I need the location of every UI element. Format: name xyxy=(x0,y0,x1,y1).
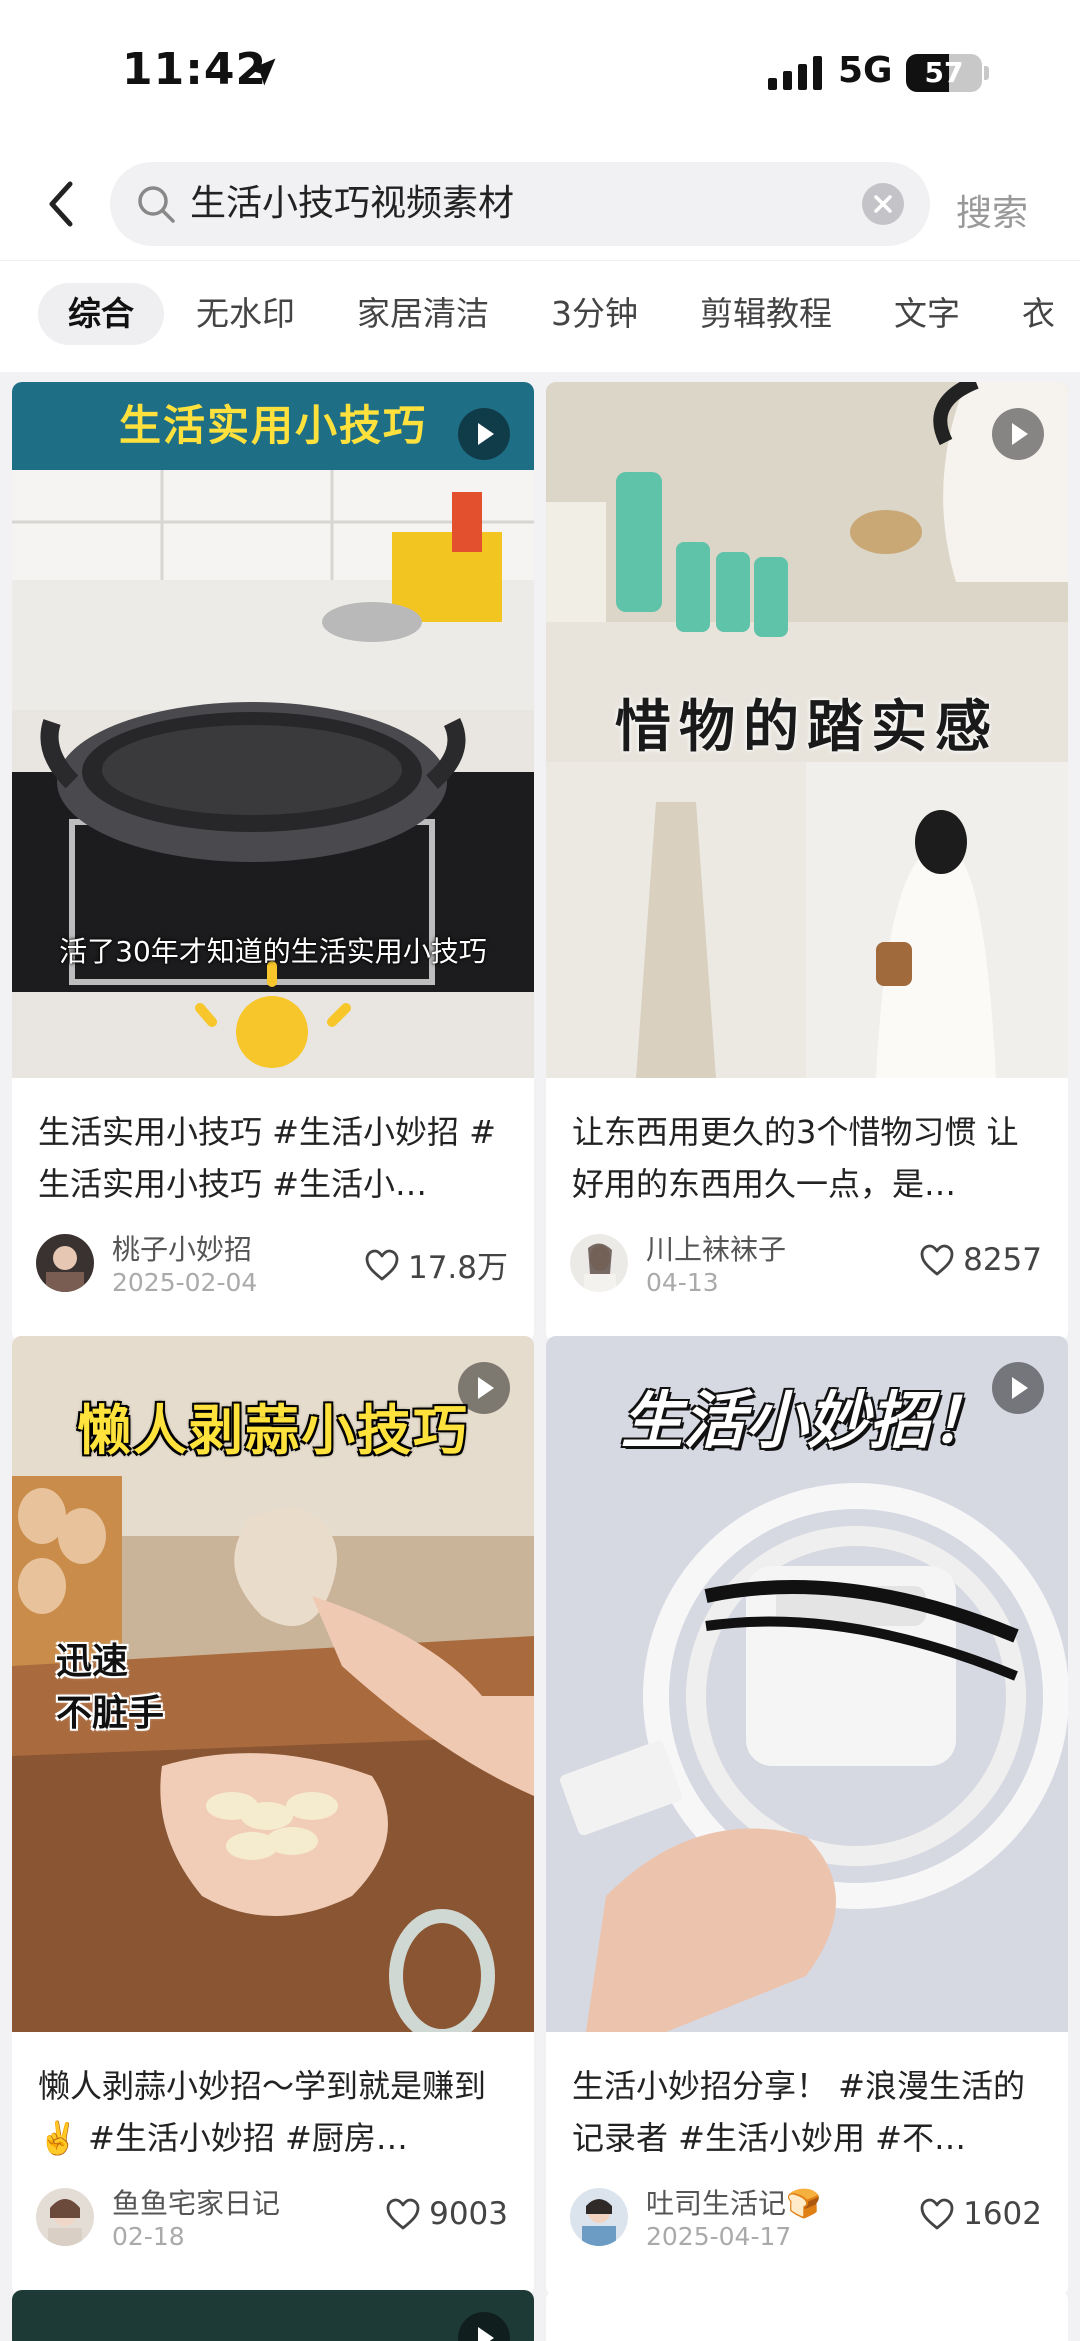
filter-tab-editing-tutorial[interactable]: 剪辑教程 xyxy=(670,283,862,345)
thumbnail-title: 生活小妙招！ xyxy=(620,1384,993,1457)
video-thumbnail[interactable]: 生活小妙招！ xyxy=(546,1336,1068,2032)
card-title[interactable]: 生活小妙招分享！ #浪漫生活的记录者 #生活小妙用 #不… xyxy=(572,2060,1048,2164)
card-title[interactable]: 生活实用小技巧 #生活小妙招 #生活实用小技巧 #生活小… xyxy=(38,1106,514,1210)
search-button[interactable]: 搜索 xyxy=(956,184,1028,236)
filter-tab-no-watermark[interactable]: 无水印 xyxy=(166,283,325,345)
avatar[interactable] xyxy=(570,1234,628,1292)
author-name[interactable]: 吐司生活记🍞 xyxy=(646,2182,821,2222)
battery-level: 57 xyxy=(924,56,964,89)
filter-bar: 综合 无水印 家居清洁 3分钟 剪辑教程 文字 衣 xyxy=(0,260,1080,372)
filter-tab-text[interactable]: 文字 xyxy=(864,283,990,345)
thumbnail-sticker-text: 迅速 不脏手 xyxy=(56,1636,164,1740)
network-type: 5G xyxy=(838,50,893,91)
heart-icon xyxy=(386,2198,420,2230)
like-button[interactable]: 17.8万 xyxy=(364,1242,508,1287)
video-card-partial[interactable] xyxy=(12,2290,534,2341)
author-name[interactable]: 鱼鱼宅家日记 xyxy=(112,2182,280,2222)
video-thumbnail[interactable]: 懒人剥蒜小技巧 迅速不脏手 xyxy=(12,1336,534,2032)
post-date: 2025-02-04 xyxy=(112,1268,258,1297)
thumbnail-title: 懒人剥蒜小技巧 xyxy=(77,1399,469,1462)
play-icon xyxy=(992,408,1044,460)
author-name[interactable]: 桃子小妙招 xyxy=(112,1228,252,1268)
search-box[interactable] xyxy=(110,162,930,246)
thumbnail-caption: 活了30年才知道的生活实用小技巧 xyxy=(59,935,487,968)
post-date: 04-13 xyxy=(646,1268,719,1297)
filter-tab-3-minutes[interactable]: 3分钟 xyxy=(521,283,668,345)
play-icon xyxy=(458,2312,510,2341)
heart-icon xyxy=(365,1249,399,1280)
play-icon xyxy=(458,1362,510,1414)
video-card[interactable]: 生活实用小技巧 活了30年才知道的生活实用小技巧 生活实用小技巧 #生活小妙招 … xyxy=(12,382,534,1342)
battery-icon: 57 xyxy=(906,54,982,92)
card-title[interactable]: 懒人剥蒜小妙招～学到就是赚到✌️ #生活小妙招 #厨房… xyxy=(38,2060,514,2164)
video-card[interactable]: 惜物的踏实感 让东西用更久的3个惜物习惯 让好用的东西用久一点，是… 川上袜袜子… xyxy=(546,382,1068,1342)
post-date: 02-18 xyxy=(112,2222,185,2251)
avatar[interactable] xyxy=(36,2188,94,2246)
like-count: 17.8万 xyxy=(407,1250,508,1286)
sticker-line: 迅速 xyxy=(56,1641,129,1682)
video-card[interactable]: 懒人剥蒜小技巧 迅速不脏手 懒人剥蒜小妙招～学到就是赚到✌️ #生活小妙招 #厨… xyxy=(12,1336,534,2296)
cellular-signal-icon xyxy=(768,56,822,90)
like-count: 8257 xyxy=(963,1242,1042,1278)
avatar[interactable] xyxy=(36,1234,94,1292)
video-card[interactable]: 生活小妙招！ 生活小妙招分享！ #浪漫生活的记录者 #生活小妙用 #不… 吐司生… xyxy=(546,1336,1068,2296)
author-name[interactable]: 川上袜袜子 xyxy=(646,1228,786,1268)
like-button[interactable]: 9003 xyxy=(385,2196,508,2232)
card-title[interactable]: 让东西用更久的3个惜物习惯 让好用的东西用久一点，是… xyxy=(572,1106,1048,1210)
post-date: 2025-04-17 xyxy=(646,2222,792,2251)
heart-icon xyxy=(920,2198,954,2230)
search-input[interactable] xyxy=(190,162,830,246)
filter-tab-clothing[interactable]: 衣 xyxy=(992,283,1080,345)
play-icon xyxy=(458,408,510,460)
thumbnail-title: 惜物的踏实感 xyxy=(615,695,999,760)
video-thumbnail[interactable]: 生活实用小技巧 活了30年才知道的生活实用小技巧 xyxy=(12,382,534,1078)
clear-icon[interactable] xyxy=(862,183,904,225)
sticker-line: 不脏手 xyxy=(56,1693,165,1734)
play-icon xyxy=(992,1362,1044,1414)
filter-tab-all[interactable]: 综合 xyxy=(38,283,164,345)
location-arrow-icon xyxy=(248,58,276,86)
video-thumbnail[interactable]: 惜物的踏实感 xyxy=(546,382,1068,1078)
like-count: 1602 xyxy=(963,2196,1042,2232)
like-button[interactable]: 8257 xyxy=(919,1242,1042,1278)
heart-icon xyxy=(920,1244,954,1276)
status-bar: 11:42 5G 57 xyxy=(0,0,1080,150)
thumbnail-banner-text: 生活实用小技巧 xyxy=(12,382,534,470)
search-icon xyxy=(138,186,175,223)
like-count: 9003 xyxy=(429,2196,508,2232)
like-button[interactable]: 1602 xyxy=(919,2196,1042,2232)
video-card-partial[interactable] xyxy=(546,2290,1068,2341)
filter-tabs: 综合 无水印 家居清洁 3分钟 剪辑教程 文字 衣 xyxy=(38,283,1080,345)
thumbnail-image xyxy=(12,382,534,1078)
battery-cap xyxy=(984,66,989,80)
avatar[interactable] xyxy=(570,2188,628,2246)
back-button[interactable] xyxy=(36,174,92,234)
search-header: 搜索 xyxy=(0,150,1080,260)
filter-tab-home-cleaning[interactable]: 家居清洁 xyxy=(327,283,519,345)
